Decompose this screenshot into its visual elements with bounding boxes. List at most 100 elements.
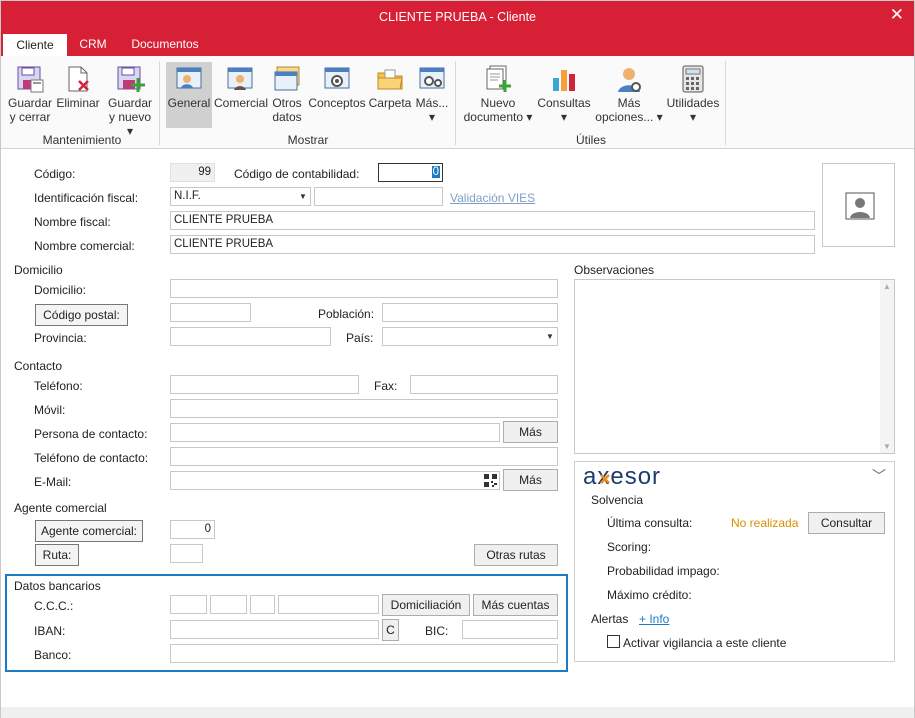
save-new-button[interactable]: Guardar y nuevo ▾ xyxy=(105,62,155,138)
nombre-fiscal-field[interactable]: CLIENTE PRUEBA xyxy=(170,211,815,230)
close-icon[interactable]: ✕ xyxy=(890,6,904,23)
nombre-comercial-label: Nombre comercial: xyxy=(34,239,135,253)
codigo-postal-button[interactable]: Código postal: xyxy=(35,304,128,326)
persona-mas-button[interactable]: Más xyxy=(503,421,558,443)
iban-calc-button[interactable]: C xyxy=(382,619,399,641)
qr-code-icon[interactable] xyxy=(484,474,497,487)
save-close-button[interactable]: Guardar y cerrar xyxy=(7,62,53,128)
delete-icon xyxy=(63,64,93,94)
codigo-postal-field[interactable] xyxy=(170,303,251,322)
scroll-down-icon[interactable]: ▼ xyxy=(883,442,891,451)
bic-field[interactable] xyxy=(462,620,558,639)
general-button[interactable]: General xyxy=(166,62,212,128)
new-document-icon xyxy=(483,64,513,94)
ribbon: Guardar y cerrar Eliminar Guardar y nuevo … xyxy=(1,56,914,149)
window-title: CLIENTE PRUEBA - Cliente xyxy=(379,10,536,24)
nombre-fiscal-label: Nombre fiscal: xyxy=(34,215,111,229)
photo-box[interactable] xyxy=(822,163,895,247)
folder-button[interactable]: Carpeta xyxy=(368,62,412,128)
new-document-button[interactable]: Nuevo documento ▾ xyxy=(461,62,535,128)
scroll-up-icon[interactable]: ▲ xyxy=(883,282,891,291)
scoring-label: Scoring: xyxy=(607,540,652,554)
contacto-section-title: Contacto xyxy=(14,359,63,373)
scrollbar[interactable]: ▲ ▼ xyxy=(880,280,894,453)
pais-select[interactable]: ▼ xyxy=(382,327,558,346)
telefono-field[interactable] xyxy=(170,375,359,394)
utilities-button[interactable]: Utilidades ▾ xyxy=(665,62,721,128)
comercial-button[interactable]: Comercial xyxy=(214,62,268,128)
domiciliacion-button[interactable]: Domiciliación xyxy=(382,594,470,616)
save-new-icon xyxy=(115,64,145,94)
idfiscal-label: Identificación fiscal: xyxy=(34,191,139,205)
contab-field[interactable]: 0 xyxy=(378,163,443,182)
ruta-field[interactable] xyxy=(170,544,203,563)
poblacion-field[interactable] xyxy=(382,303,558,322)
info-link[interactable]: + Info xyxy=(639,612,669,626)
tab-crm[interactable]: CRM xyxy=(71,33,115,56)
email-field[interactable] xyxy=(170,471,500,490)
vigilancia-label: Activar vigilancia a este cliente xyxy=(623,636,787,650)
ultima-consulta-value: No realizada xyxy=(731,516,799,530)
concepts-icon xyxy=(322,64,352,94)
agente-comercial-button[interactable]: Agente comercial: xyxy=(35,520,143,542)
more-button[interactable]: Más... ▾ xyxy=(414,62,450,128)
fax-field[interactable] xyxy=(410,375,558,394)
group-mostrar: Mostrar xyxy=(287,133,329,147)
solvencia-label: Solvencia xyxy=(591,493,644,507)
ccc-dc-field[interactable] xyxy=(250,595,275,614)
provincia-label: Provincia: xyxy=(34,331,87,345)
collapse-chevron-icon[interactable]: ﹀ xyxy=(872,466,886,486)
mas-cuentas-button[interactable]: Más cuentas xyxy=(473,594,558,616)
ruta-button[interactable]: Ruta: xyxy=(35,544,79,566)
axesor-logo: axesor xyxy=(583,463,662,490)
nif-field[interactable] xyxy=(314,187,443,206)
poblacion-label: Población: xyxy=(318,307,375,321)
persona-contacto-field[interactable] xyxy=(170,423,500,442)
other-data-button[interactable]: Otros datos xyxy=(267,62,307,128)
idfiscal-select[interactable]: N.I.F. ▼ xyxy=(170,187,311,206)
ccc-entidad-field[interactable] xyxy=(170,595,207,614)
email-mas-button[interactable]: Más xyxy=(503,469,558,491)
fax-label: Fax: xyxy=(374,379,398,393)
vigilancia-checkbox[interactable] xyxy=(607,635,620,648)
pais-label: País: xyxy=(346,331,374,345)
provincia-field[interactable] xyxy=(170,327,331,346)
client-window: CLIENTE PRUEBA - Cliente ✕ Cliente CRM D… xyxy=(0,0,915,718)
status-bar xyxy=(1,707,914,718)
chevron-down-icon[interactable]: ▼ xyxy=(543,328,557,345)
ccc-oficina-field[interactable] xyxy=(210,595,247,614)
agente-field[interactable]: 0 xyxy=(170,520,215,539)
domicilio-field[interactable] xyxy=(170,279,558,298)
chevron-down-icon[interactable]: ▼ xyxy=(296,188,310,205)
maximo-credito-label: Máximo crédito: xyxy=(607,588,692,602)
iban-field[interactable] xyxy=(170,620,379,639)
nombre-comercial-field[interactable]: CLIENTE PRUEBA xyxy=(170,235,815,254)
ribbon-divider xyxy=(725,61,726,145)
telefono-label: Teléfono: xyxy=(34,379,83,393)
tab-cliente[interactable]: Cliente xyxy=(3,33,67,56)
ccc-cuenta-field[interactable] xyxy=(278,595,379,614)
concepts-button[interactable]: Conceptos xyxy=(308,62,366,128)
folder-icon xyxy=(375,64,405,94)
otras-rutas-button[interactable]: Otras rutas xyxy=(474,544,558,566)
tab-documentos[interactable]: Documentos xyxy=(123,33,207,56)
movil-label: Móvil: xyxy=(34,403,66,417)
delete-button[interactable]: Eliminar xyxy=(55,62,101,128)
codigo-field[interactable]: 99 xyxy=(170,163,215,182)
domicilio-section-title: Domicilio xyxy=(14,263,63,277)
banco-label: Banco: xyxy=(34,648,72,662)
queries-button[interactable]: Consultas ▾ xyxy=(536,62,592,128)
chart-icon xyxy=(549,64,579,94)
persona-contacto-label: Persona de contacto: xyxy=(34,427,148,441)
banco-field[interactable] xyxy=(170,644,558,663)
ultima-consulta-label: Última consulta: xyxy=(607,516,693,530)
observaciones-textarea[interactable]: ▲ ▼ xyxy=(574,279,895,454)
consultar-button[interactable]: Consultar xyxy=(808,512,885,534)
more-options-button[interactable]: Más opciones... ▾ xyxy=(595,62,663,128)
axesor-logo-accent xyxy=(600,474,610,484)
more-options-icon xyxy=(614,64,644,94)
vies-link[interactable]: Validación VIES xyxy=(450,191,535,205)
telefono-contacto-field[interactable] xyxy=(170,447,558,466)
other-data-icon xyxy=(272,64,302,94)
movil-field[interactable] xyxy=(170,399,558,418)
